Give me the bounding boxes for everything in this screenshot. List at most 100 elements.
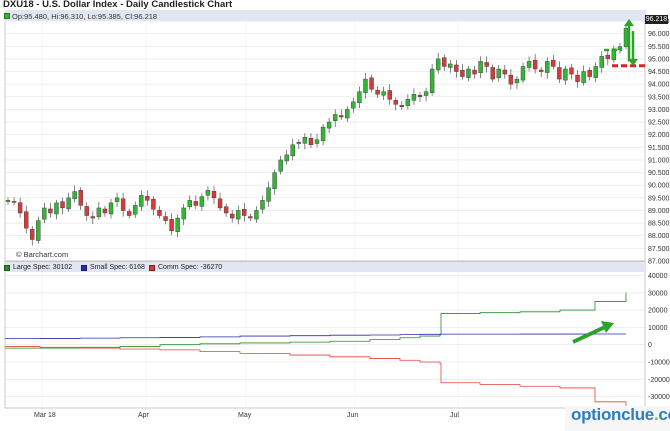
candle-body — [272, 172, 277, 189]
price-tick-label: 95.500 — [648, 44, 670, 51]
candle-body — [145, 196, 150, 201]
candle-body — [151, 198, 156, 210]
candle-body — [369, 77, 374, 90]
cot-axis-labels: 40000 30000 20000 10000 0 -10000 -20000 -30000 — [648, 273, 670, 401]
price-tick-label: 93.000 — [648, 107, 670, 114]
candle-body — [187, 200, 192, 207]
price-tick-label: 87.500 — [648, 246, 670, 253]
candle-body — [36, 220, 41, 241]
candle-body — [17, 202, 23, 214]
candle-body — [466, 68, 471, 78]
candle-body — [538, 69, 544, 72]
price-tick-label: 89.500 — [648, 195, 670, 202]
candle-body — [114, 197, 120, 202]
candle-body — [139, 195, 144, 207]
legend-comm-label: Comm Spec: -36270 — [158, 264, 223, 271]
legend-comm-swatch — [149, 264, 155, 271]
candle-body — [563, 68, 568, 81]
candle-body — [605, 54, 611, 60]
candle-body — [96, 207, 102, 217]
candle-body — [163, 216, 168, 221]
candle-body — [5, 200, 11, 202]
chart-svg: 87.000 87.500 88.000 88.500 89.000 89.500 90.0… — [4, 10, 670, 419]
candle-body — [332, 114, 338, 121]
cot-tick-label: -10000 — [648, 360, 670, 367]
candle-body — [290, 144, 295, 157]
legend-small-label: Small Spec: 6168 — [90, 264, 145, 271]
candle-body — [472, 69, 477, 75]
watermark-logo: optionclue.com — [571, 405, 670, 425]
candle-body — [502, 69, 508, 75]
cot-tick-label: 40000 — [648, 273, 668, 280]
candle-body — [599, 56, 604, 68]
candle-body — [326, 121, 332, 129]
candle-body — [302, 137, 308, 144]
candle-body — [381, 91, 386, 96]
candle-body — [478, 61, 483, 73]
candle-body — [78, 190, 83, 206]
candle-body — [442, 57, 447, 67]
chart-title-bar: DXU18 - U.S. Dollar Index - Daily Candle… — [0, 0, 670, 11]
price-tick-label: 93.500 — [648, 94, 670, 101]
price-tick-label: 95.000 — [648, 56, 670, 63]
price-tick-label: 94.000 — [648, 82, 670, 89]
candle-body — [393, 100, 398, 105]
date-tick-label: Jun — [347, 412, 358, 419]
legend-large-spec: Large Spec: 30102 — [4, 264, 72, 271]
candle-body — [623, 27, 629, 47]
candle-body — [126, 211, 132, 216]
date-tick-label: Mar 18 — [34, 412, 56, 419]
candle-body — [417, 95, 423, 97]
candle-body — [42, 207, 47, 220]
candle-body — [260, 200, 265, 210]
candle-body — [90, 216, 96, 219]
candle-body — [575, 74, 580, 82]
legend-small-spec: Small Spec: 6168 — [81, 264, 145, 271]
candle-body — [345, 109, 350, 119]
candle-body — [490, 67, 495, 80]
candle-body — [84, 206, 89, 216]
candle-body — [102, 208, 108, 214]
candle-body — [169, 219, 174, 231]
candle-body — [587, 70, 592, 77]
candle-body — [508, 74, 514, 85]
legend-large-swatch — [4, 264, 10, 271]
candle-body — [175, 217, 180, 232]
candle-body — [223, 206, 229, 214]
candle-body — [236, 210, 241, 220]
candle-body — [278, 159, 283, 172]
candle-body — [133, 205, 138, 215]
price-tick-label: 96.000 — [648, 31, 670, 38]
cot-arrow-shaft — [572, 325, 606, 344]
watermark-tld: com — [658, 405, 670, 424]
cot-line-small — [5, 333, 626, 340]
price-tick-label: 94.500 — [648, 69, 670, 76]
candle-body — [411, 94, 417, 101]
candle-body — [496, 68, 501, 79]
candle-body — [284, 154, 289, 162]
candle-body — [242, 209, 247, 216]
cot-line-large — [5, 292, 627, 349]
legend-large-label: Large Spec: 30102 — [13, 264, 73, 271]
candle-body — [314, 139, 320, 144]
candle-body — [405, 99, 411, 106]
candle-body — [320, 126, 326, 141]
candle-body — [557, 67, 562, 80]
candle-body — [181, 207, 186, 220]
price-tick-label: 89.000 — [648, 208, 670, 215]
ohlc-legend-swatch — [4, 13, 10, 19]
candle-body — [308, 138, 314, 145]
candle-body — [351, 101, 356, 109]
barchart-credit: © Barchart.com — [16, 250, 69, 259]
candle-body — [248, 216, 253, 219]
candle-body — [526, 61, 532, 68]
price-tick-label: 90.500 — [648, 170, 670, 177]
candle-body — [157, 210, 162, 216]
candle-body — [217, 198, 223, 209]
price-tick-label: 91.500 — [648, 145, 670, 152]
candle-body — [205, 190, 211, 196]
legend-small-swatch — [81, 264, 87, 271]
price-tick-label: 88.500 — [648, 221, 670, 228]
candle-body — [460, 70, 465, 77]
candle-body — [399, 105, 405, 108]
